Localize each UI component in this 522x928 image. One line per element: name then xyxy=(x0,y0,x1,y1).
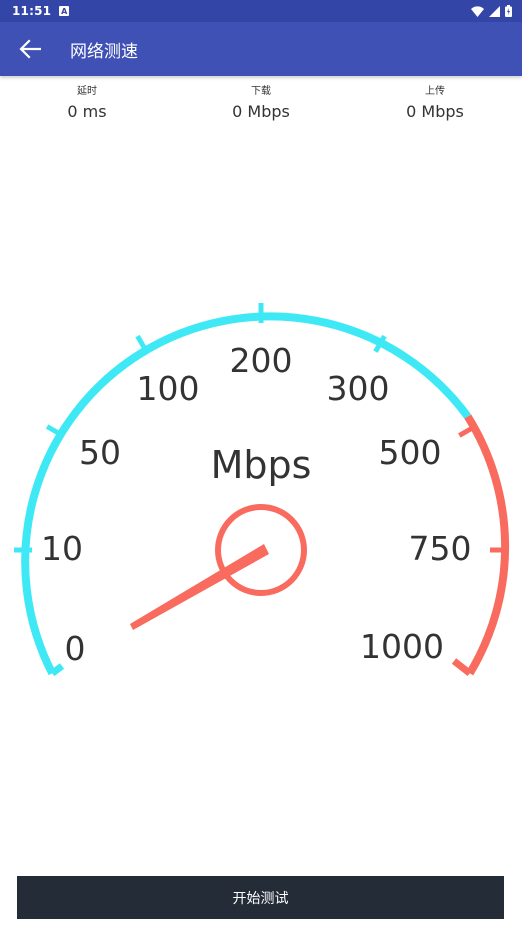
signal-icon xyxy=(489,5,500,17)
speed-gauge: 0 10 50 100 200 300 500 750 1000 Mbps xyxy=(14,303,510,677)
status-bar: 11:51 A xyxy=(0,0,522,22)
gauge-needle xyxy=(130,544,269,630)
gauge-unit: Mbps xyxy=(211,443,312,487)
battery-icon xyxy=(505,5,512,17)
stat-value: 0 Mbps xyxy=(232,102,290,121)
stat-value: 0 Mbps xyxy=(406,102,464,121)
gauge-arc-high xyxy=(464,414,510,676)
stat-latency: 延时 0 ms xyxy=(0,84,174,132)
stat-label: 下载 xyxy=(251,86,271,97)
status-icons xyxy=(471,5,512,17)
arrow-back-icon xyxy=(19,39,41,59)
stat-upload: 上传 0 Mbps xyxy=(348,84,522,132)
page-title: 网络测速 xyxy=(70,41,138,62)
gauge-scale-label: 300 xyxy=(327,369,390,408)
stat-value: 0 ms xyxy=(67,102,107,121)
gauge-scale-label: 500 xyxy=(379,433,442,472)
status-time: 11:51 xyxy=(12,4,52,18)
gauge-end-tick-low xyxy=(50,663,65,677)
back-button[interactable] xyxy=(0,22,60,76)
gauge-scale-label: 100 xyxy=(137,369,200,408)
stats-row: 延时 0 ms 下载 0 Mbps 上传 0 Mbps xyxy=(0,84,522,132)
stat-label: 上传 xyxy=(425,86,445,97)
notification-badge: A xyxy=(59,6,70,16)
start-test-button[interactable]: 开始测试 xyxy=(17,876,504,919)
stat-label: 延时 xyxy=(77,86,97,97)
wifi-icon xyxy=(471,5,484,17)
gauge-scale-label: 750 xyxy=(409,529,472,568)
gauge-scale-label: 10 xyxy=(41,529,83,568)
app-bar: 网络测速 xyxy=(0,22,522,76)
gauge-end-tick-high xyxy=(451,658,472,677)
gauge-scale-label: 0 xyxy=(65,629,86,668)
stat-download: 下载 0 Mbps xyxy=(174,84,348,132)
gauge-scale-label: 1000 xyxy=(360,627,444,666)
gauge-scale-label: 200 xyxy=(230,341,293,380)
gauge-scale-label: 50 xyxy=(79,433,121,472)
